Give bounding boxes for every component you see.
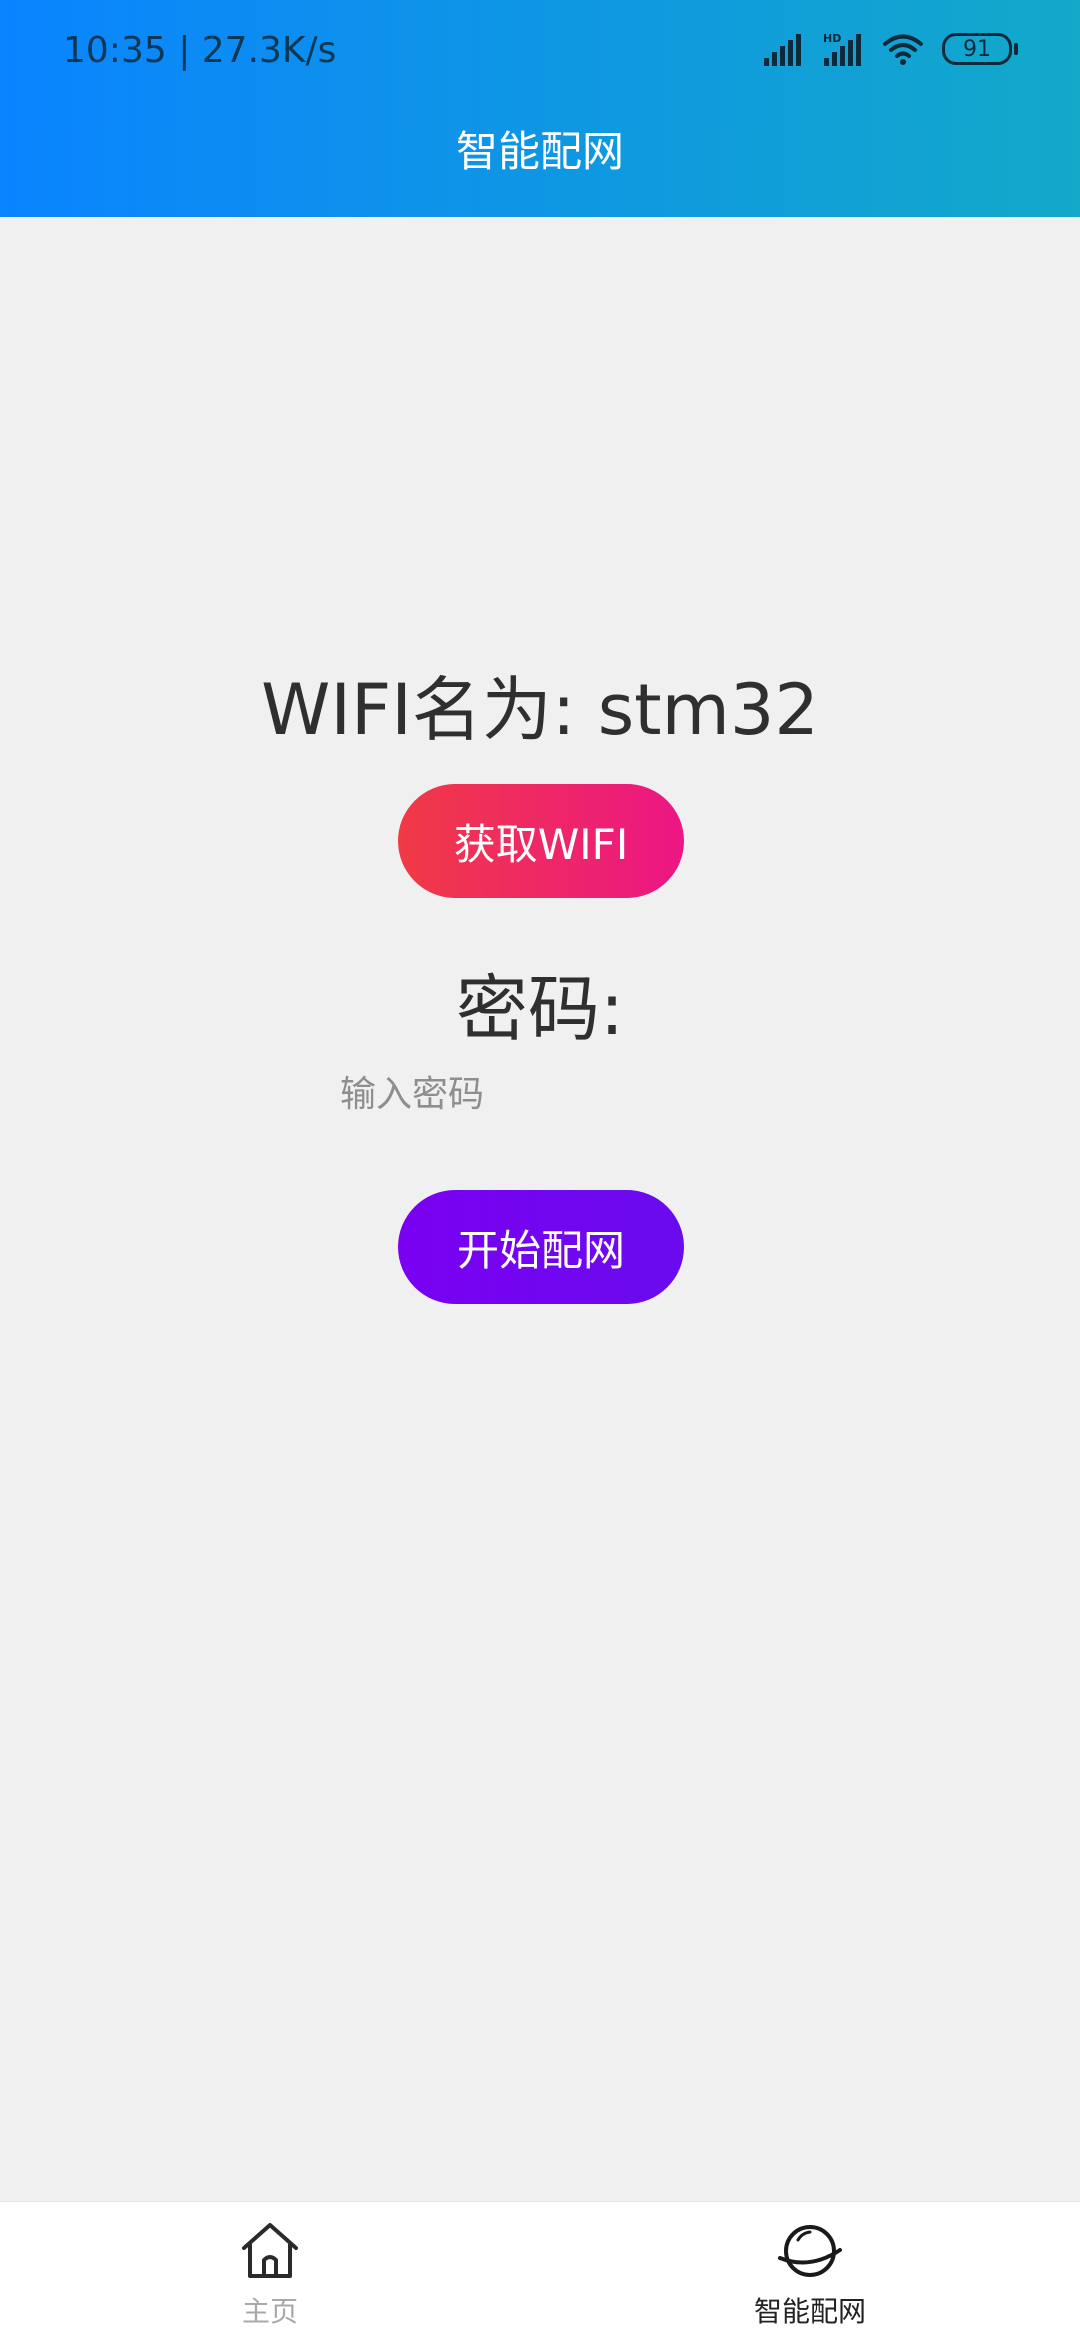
signal-icon	[764, 34, 801, 66]
get-wifi-button[interactable]: 获取WIFI	[398, 784, 684, 898]
bottom-nav: 主页 智能配网	[0, 2201, 1080, 2341]
planet-icon	[778, 2225, 842, 2277]
nav-label-smart-config: 智能配网	[753, 2295, 866, 2328]
status-icons: HD 91	[762, 26, 1018, 72]
nav-label-home: 主页	[241, 2295, 298, 2328]
battery-level: 91	[942, 33, 1012, 65]
password-label: 密码:	[455, 967, 625, 1051]
home-icon	[242, 2223, 298, 2278]
status-time: 10:35 | 27.3K/s	[63, 30, 337, 71]
wifi-name-text: WIFI名为: stm32	[261, 669, 819, 751]
battery-tip	[1014, 43, 1018, 55]
nav-item-smart-config[interactable]: 智能配网	[690, 2202, 930, 2341]
wifi-icon	[883, 34, 923, 65]
hd-signal-icon: HD	[823, 32, 861, 66]
page-title: 智能配网	[455, 127, 624, 176]
hd-label: HD	[823, 32, 841, 45]
nav-item-home[interactable]: 主页	[150, 2202, 390, 2341]
battery-icon: 91	[942, 33, 1018, 65]
start-config-button[interactable]: 开始配网	[398, 1190, 684, 1304]
password-input[interactable]	[340, 1060, 800, 1128]
app-header: 10:35 | 27.3K/s HD 91 智能配网	[0, 0, 1080, 217]
